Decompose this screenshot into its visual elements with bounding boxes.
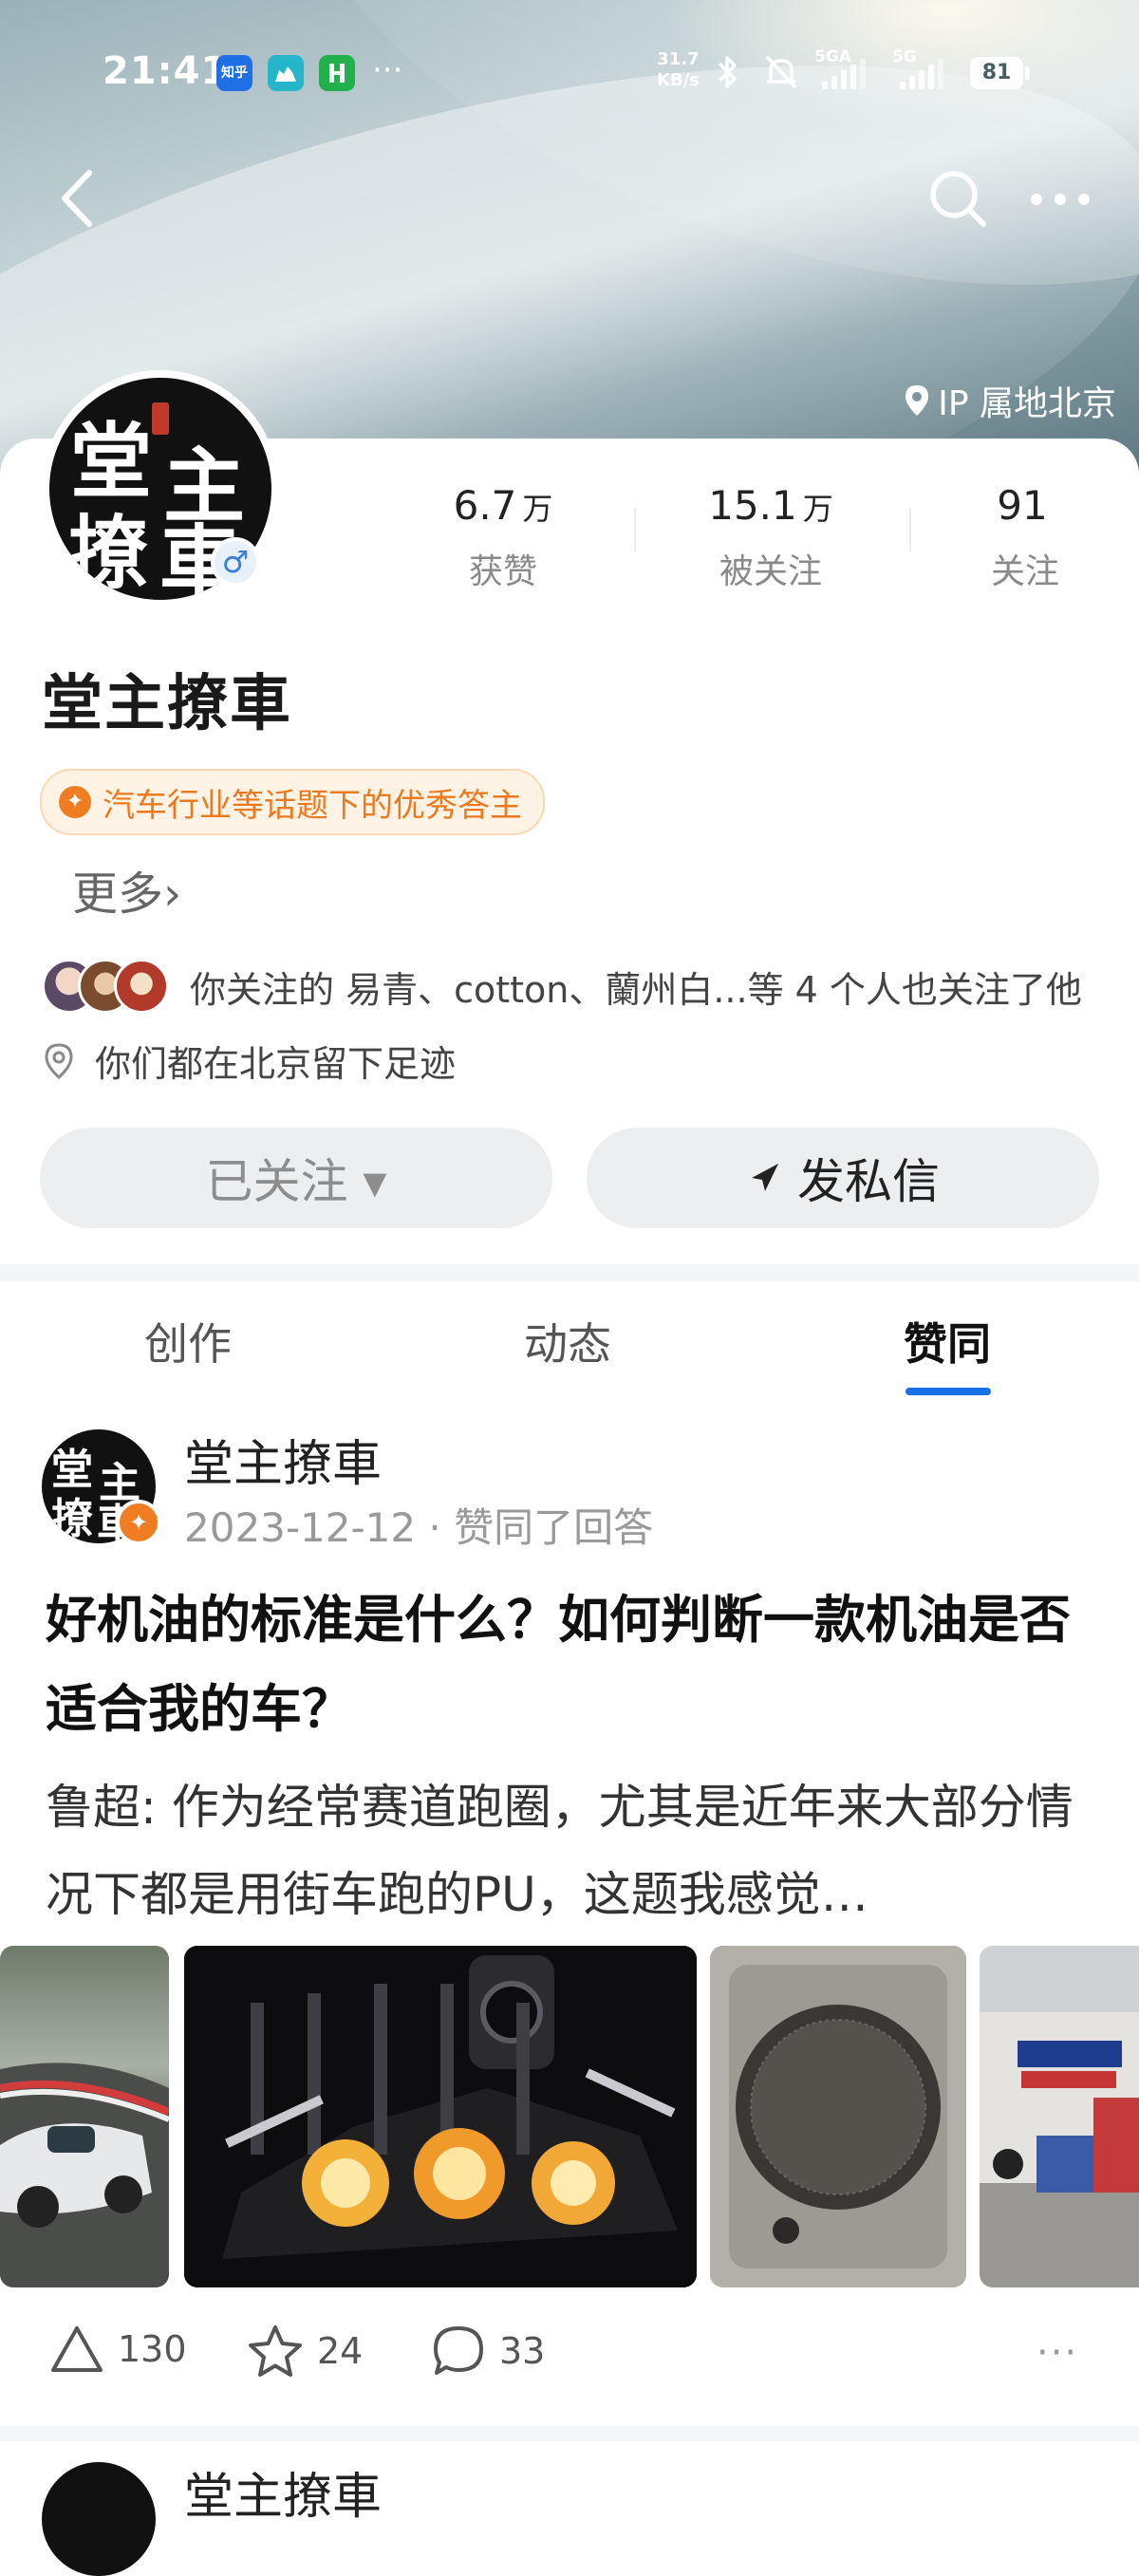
feed-title[interactable]: 好机油的标准是什么？如何判断一款机油是否适合我的车？ [46,1576,1099,1754]
bluetooth-icon [718,56,737,88]
battery-icon: 81 [970,57,1023,89]
gender-badge: ♂ [211,537,260,587]
favorite-button[interactable]: 24 [247,2324,363,2379]
send-message-button[interactable]: 发私信 [587,1128,1099,1228]
footprint-info: 你们都在北京留下足迹 [44,1035,456,1087]
camel-app-icon [268,55,304,91]
active-tab-indicator [906,1388,991,1395]
status-more-indicator: ··· [372,51,403,89]
stat-following[interactable]: 91 关注 [959,482,1092,593]
location-pin-icon [45,1042,73,1079]
feed-meta: 2023-12-12 · 赞同了回答 [184,1504,654,1551]
tab-activity[interactable]: 动态 [524,1310,611,1372]
more-options-icon[interactable]: ··· [1036,2331,1078,2375]
feed-author[interactable]: 堂主撩車 [184,1424,382,1495]
more-options-icon[interactable] [1027,180,1093,218]
search-icon[interactable] [928,169,987,228]
app-icon-green [319,55,355,91]
stat-likes[interactable]: 6.7 万 获赞 [427,482,579,593]
avatar[interactable] [42,2462,156,2576]
signal-bars-2-icon [900,57,943,89]
mute-bell-icon [765,55,797,89]
tab-upvoted[interactable]: 赞同 [904,1310,991,1372]
upvote-button[interactable]: 130 [49,2324,187,2375]
comment-button[interactable]: 33 [431,2324,545,2379]
tab-creations[interactable]: 创作 [144,1310,232,1372]
image-thumbnail[interactable] [710,1946,966,2287]
followed-button[interactable]: 已关注 ▾ [40,1128,552,1228]
network-speed: 31.7 KB/s [657,49,700,90]
location-pin-icon [906,385,929,416]
star-badge-icon: ✦ [116,1500,161,1545]
honor-badge[interactable]: ✦ 汽车行业等话题下的优秀答主 [40,769,545,835]
image-thumbnail[interactable] [184,1946,697,2287]
stat-followers[interactable]: 15.1 万 被关注 [685,482,856,593]
image-thumbnail[interactable] [0,1946,169,2287]
star-icon [249,2325,302,2377]
mutual-followers[interactable]: 你关注的 易青、cotton、蘭州白...等 4 个人也关注了他 [42,957,1082,1016]
seal-stamp [152,402,169,435]
image-thumbnail[interactable] [980,1946,1139,2287]
feed-author[interactable]: 堂主撩車 [184,2456,382,2528]
back-arrow-icon[interactable] [53,165,103,232]
feed-excerpt[interactable]: 鲁超: 作为经常赛道跑圈，尤其是近年来大部分情况下都是用街车跑的PU，这题我感觉… [46,1764,1099,1938]
clock: 21:41 [103,49,229,93]
signal-bars-1-icon [822,57,866,89]
status-bar: 21:41 知乎 ··· 31.7 KB/s 5GA 5G 81 [0,38,1139,104]
paper-plane-icon [752,1164,778,1191]
more-link[interactable]: 更多› [72,856,181,923]
avatar [114,959,169,1014]
ip-location: IP 属地北京 [904,376,1116,425]
male-icon: ♂ [215,541,256,583]
comment-bubble-icon [434,2326,483,2375]
star-badge-icon: ✦ [59,786,91,818]
profile-name: 堂主撩車 [42,669,292,739]
upvote-icon [51,2326,103,2372]
zhihu-app-icon: 知乎 [216,55,252,91]
